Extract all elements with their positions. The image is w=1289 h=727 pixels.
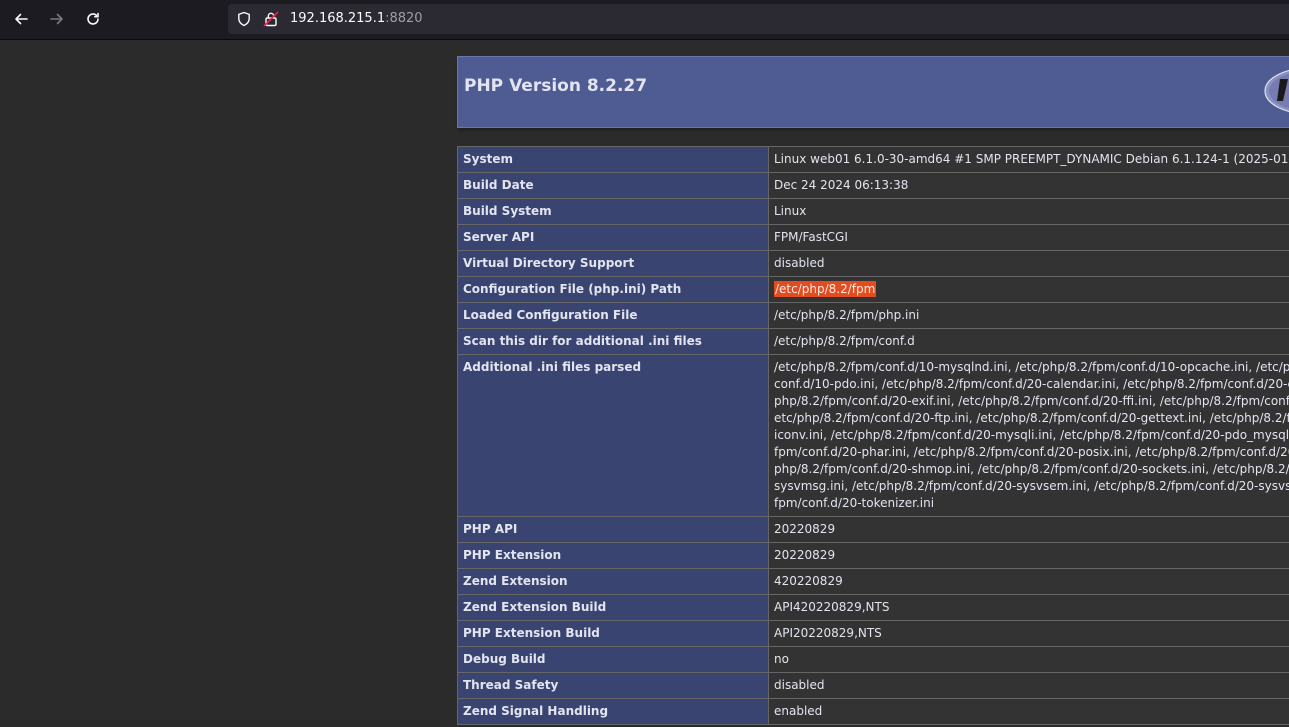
row-value-line: sysvmsg.ini, /etc/php/8.2/fpm/conf.d/20-…: [774, 479, 1289, 493]
row-label: Server API: [457, 224, 769, 251]
row-label: Additional .ini files parsed: [457, 354, 769, 517]
row-label: PHP API: [457, 516, 769, 543]
table-row: Server API FPM/FastCGI: [457, 224, 1289, 251]
row-value-line: fpm/conf.d/20-tokenizer.ini: [774, 496, 935, 510]
table-row: Configuration File (php.ini) Path/etc/ph…: [457, 276, 1289, 303]
back-button[interactable]: [7, 6, 35, 32]
table-row: Zend Extension Build API420220829,NTS: [457, 594, 1289, 621]
php-logo[interactable]: [1264, 67, 1289, 115]
row-label: Build System: [457, 198, 769, 225]
page-content: PHP Version 8.2.27 System Linux web01 6.1…: [0, 40, 1289, 727]
row-value-line: conf.d/10-pdo.ini, /etc/php/8.2/fpm/conf…: [774, 377, 1289, 391]
table-row: PHP Extension Build API20220829,NTS: [457, 620, 1289, 647]
row-label: Zend Signal Handling: [457, 698, 769, 725]
row-value: FPM/FastCGI: [768, 224, 1289, 251]
arrow-left-icon: [15, 13, 28, 25]
row-label: Zend Extension: [457, 568, 769, 595]
row-value-line: php/8.2/fpm/conf.d/20-exif.ini, /etc/php…: [774, 394, 1289, 408]
insecure-lock-icon[interactable]: [263, 11, 279, 27]
table-row: Virtual Directory Support disabled: [457, 250, 1289, 277]
row-label: PHP Extension Build: [457, 620, 769, 647]
php-info-table: System Linux web01 6.1.0-30-amd64 #1 SMP …: [457, 146, 1289, 725]
row-label: Thread Safety: [457, 672, 769, 699]
table-row: Build System Linux: [457, 198, 1289, 225]
row-value: 20220829: [768, 542, 1289, 569]
row-label: Build Date: [457, 172, 769, 199]
reload-button[interactable]: [79, 6, 107, 32]
row-label: Configuration File (php.ini) Path: [457, 276, 769, 303]
row-value: disabled: [768, 672, 1289, 699]
table-row: Zend Extension 420220829: [457, 568, 1289, 595]
row-label: Virtual Directory Support: [457, 250, 769, 277]
row-label: Loaded Configuration File: [457, 302, 769, 329]
table-row: Thread Safety disabled: [457, 672, 1289, 699]
row-value: /etc/php/8.2/fpm: [768, 276, 1289, 303]
row-label: Scan this dir for additional .ini files: [457, 328, 769, 355]
row-label: PHP Extension: [457, 542, 769, 569]
row-value: API20220829,NTS: [768, 620, 1289, 647]
row-value: API420220829,NTS: [768, 594, 1289, 621]
row-value: no: [768, 646, 1289, 673]
reload-icon: [87, 12, 99, 25]
table-row: PHP API 20220829: [457, 516, 1289, 543]
row-label: Debug Build: [457, 646, 769, 673]
arrow-right-icon: [50, 13, 63, 25]
row-value-line: iconv.ini, /etc/php/8.2/fpm/conf.d/20-my…: [774, 428, 1289, 442]
url-host: 192.168.215.1: [290, 11, 386, 26]
table-row: Additional .ini files parsed/etc/php/8.2…: [457, 354, 1289, 517]
url-port: :8820: [385, 11, 423, 26]
highlighted-value: /etc/php/8.2/fpm: [774, 281, 877, 297]
php-version-header: PHP Version 8.2.27: [457, 56, 1289, 128]
table-row: PHP Extension 20220829: [457, 542, 1289, 569]
browser-toolbar: 192.168.215.1:8820: [0, 0, 1289, 40]
row-value-line: /etc/php/8.2/fpm/conf.d/10-mysqlnd.ini, …: [774, 360, 1289, 374]
forward-button[interactable]: [43, 6, 71, 32]
row-label: System: [457, 146, 769, 173]
table-row: System Linux web01 6.1.0-30-amd64 #1 SMP …: [457, 146, 1289, 173]
row-value: /etc/php/8.2/fpm/conf.d: [768, 328, 1289, 355]
url-text[interactable]: 192.168.215.1:8820: [290, 10, 423, 28]
row-value: /etc/php/8.2/fpm/php.ini: [768, 302, 1289, 329]
page-title: PHP Version 8.2.27: [464, 76, 648, 96]
row-value-line: fpm/conf.d/20-phar.ini, /etc/php/8.2/fpm…: [774, 445, 1289, 459]
row-value: 20220829: [768, 516, 1289, 543]
row-value: Dec 24 2024 06:13:38: [768, 172, 1289, 199]
table-row: Zend Signal Handling enabled: [457, 698, 1289, 725]
table-row: Scan this dir for additional .ini files /…: [457, 328, 1289, 355]
row-value: Linux web01 6.1.0-30-amd64 #1 SMP PREEMP…: [768, 146, 1289, 173]
row-value-line: php/8.2/fpm/conf.d/20-shmop.ini, /etc/ph…: [774, 462, 1289, 476]
table-row: Debug Build no: [457, 646, 1289, 673]
row-value: 420220829: [768, 568, 1289, 595]
address-bar[interactable]: 192.168.215.1:8820: [228, 4, 1289, 34]
shield-icon[interactable]: [236, 11, 252, 27]
row-value: disabled: [768, 250, 1289, 277]
row-value-line: etc/php/8.2/fpm/conf.d/20-ftp.ini, /etc/…: [774, 411, 1289, 425]
row-label: Zend Extension Build: [457, 594, 769, 621]
row-value: Linux: [768, 198, 1289, 225]
table-row: Build Date Dec 24 2024 06:13:38: [457, 172, 1289, 199]
row-value: /etc/php/8.2/fpm/conf.d/10-mysqlnd.ini, …: [768, 354, 1289, 517]
table-row: Loaded Configuration File/etc/php/8.2/fp…: [457, 302, 1289, 329]
row-value: enabled: [768, 698, 1289, 725]
